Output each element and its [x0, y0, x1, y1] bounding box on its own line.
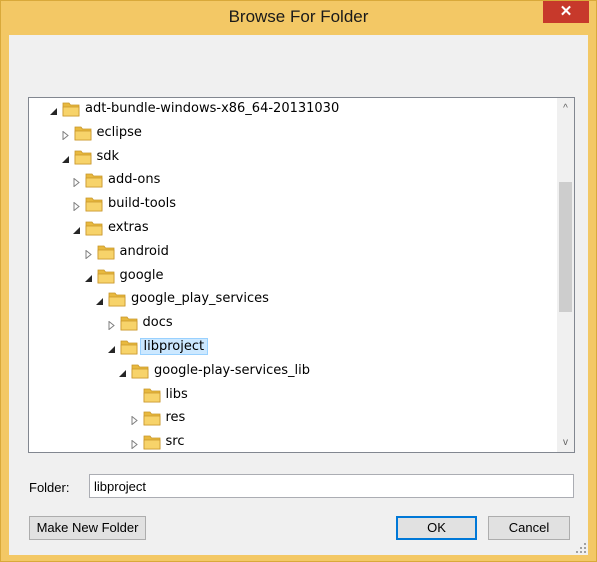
- triangle-expanded-icon[interactable]: [49, 104, 58, 115]
- folder-input[interactable]: [89, 474, 574, 498]
- tree-item-label: libproject: [139, 338, 209, 355]
- tree-item[interactable]: google: [29, 265, 554, 287]
- folder-icon: [143, 409, 161, 426]
- tree-item-label: google-play-services_lib: [154, 362, 311, 378]
- vertical-scrollbar[interactable]: ^ v: [557, 98, 574, 452]
- ok-button[interactable]: OK: [396, 516, 477, 540]
- tree-item[interactable]: libs: [29, 384, 554, 406]
- tree-item[interactable]: add-ons: [29, 169, 554, 191]
- tree-item[interactable]: google-play-services_lib: [29, 360, 554, 382]
- make-new-folder-button[interactable]: Make New Folder: [29, 516, 146, 540]
- tree-item-label: extras: [108, 220, 149, 235]
- tree-item[interactable]: sdk: [29, 146, 554, 168]
- triangle-collapsed-icon[interactable]: [72, 175, 81, 188]
- triangle-collapsed-icon[interactable]: [130, 413, 139, 426]
- tree-item-label: docs: [142, 315, 173, 331]
- tree-item-label: src: [165, 434, 185, 450]
- folder-icon: [62, 100, 80, 117]
- tree-item[interactable]: docs: [29, 312, 554, 334]
- tree-item-label: google: [119, 267, 164, 283]
- folder-icon: [85, 195, 103, 212]
- title-bar[interactable]: Browse For Folder ✕: [1, 1, 596, 35]
- tree-item[interactable]: build-tools: [29, 193, 554, 215]
- tree-item-label: eclipse: [96, 124, 142, 140]
- resize-grip-icon[interactable]: [576, 543, 586, 553]
- browse-for-folder-dialog: Browse For Folder ✕ adt-bundle-windows-x…: [0, 0, 597, 562]
- tree-item-label: libs: [165, 386, 188, 402]
- chevron-down-icon: v: [563, 437, 568, 448]
- folder-icon: [120, 338, 138, 355]
- tree-item-label: res: [165, 410, 186, 426]
- tree-item-label: build-tools: [108, 196, 177, 212]
- triangle-expanded-icon[interactable]: [95, 294, 104, 306]
- tree-item[interactable]: extras: [29, 217, 554, 239]
- folder-icon: [143, 433, 161, 450]
- folder-icon: [108, 290, 126, 307]
- folder-icon: [74, 124, 92, 141]
- scroll-up-button[interactable]: ^: [557, 100, 574, 117]
- triangle-expanded-icon[interactable]: [107, 342, 116, 353]
- folder-icon: [97, 267, 115, 284]
- scroll-thumb[interactable]: [559, 182, 572, 312]
- folder-icon: [120, 314, 138, 331]
- chevron-up-icon: ^: [563, 103, 568, 114]
- tree-item[interactable]: eclipse: [29, 122, 554, 144]
- close-icon: ✕: [559, 3, 573, 20]
- folder-icon: [143, 386, 161, 403]
- folder-icon: [85, 171, 103, 188]
- tree-item[interactable]: libproject: [29, 336, 554, 358]
- folder-icon: [97, 243, 115, 260]
- dialog-body: adt-bundle-windows-x86_64-20131030eclips…: [9, 35, 588, 555]
- folder-tree[interactable]: adt-bundle-windows-x86_64-20131030eclips…: [28, 97, 575, 453]
- triangle-expanded-icon[interactable]: [84, 271, 93, 282]
- triangle-collapsed-icon[interactable]: [84, 247, 93, 260]
- folder-icon: [74, 148, 92, 165]
- triangle-collapsed-icon[interactable]: [130, 437, 139, 450]
- tree-item[interactable]: google_play_services: [29, 288, 554, 310]
- tree-item[interactable]: android: [29, 241, 554, 263]
- triangle-collapsed-icon[interactable]: [61, 128, 70, 141]
- triangle-expanded-icon[interactable]: [118, 366, 127, 377]
- folder-icon: [85, 219, 103, 236]
- tree-item-label: google_play_services: [131, 291, 269, 307]
- triangle-collapsed-icon[interactable]: [107, 318, 116, 331]
- tree-item-label: add-ons: [108, 172, 161, 188]
- tree-item-label: android: [119, 243, 169, 259]
- triangle-collapsed-icon[interactable]: [72, 199, 81, 212]
- tree-item-label: sdk: [96, 148, 120, 164]
- scroll-down-button[interactable]: v: [557, 434, 574, 451]
- tree-item-label: adt-bundle-windows-x86_64-20131030: [85, 101, 340, 116]
- tree-item[interactable]: src: [29, 431, 554, 452]
- close-button[interactable]: ✕: [543, 1, 589, 23]
- triangle-expanded-icon[interactable]: [72, 223, 81, 234]
- tree-item[interactable]: adt-bundle-windows-x86_64-20131030: [29, 98, 554, 120]
- dialog-title: Browse For Folder: [228, 7, 369, 26]
- folder-icon: [131, 362, 149, 379]
- cancel-button[interactable]: Cancel: [488, 516, 570, 540]
- triangle-expanded-icon[interactable]: [61, 152, 70, 163]
- tree-item[interactable]: res: [29, 407, 554, 429]
- folder-label: Folder:: [29, 480, 70, 495]
